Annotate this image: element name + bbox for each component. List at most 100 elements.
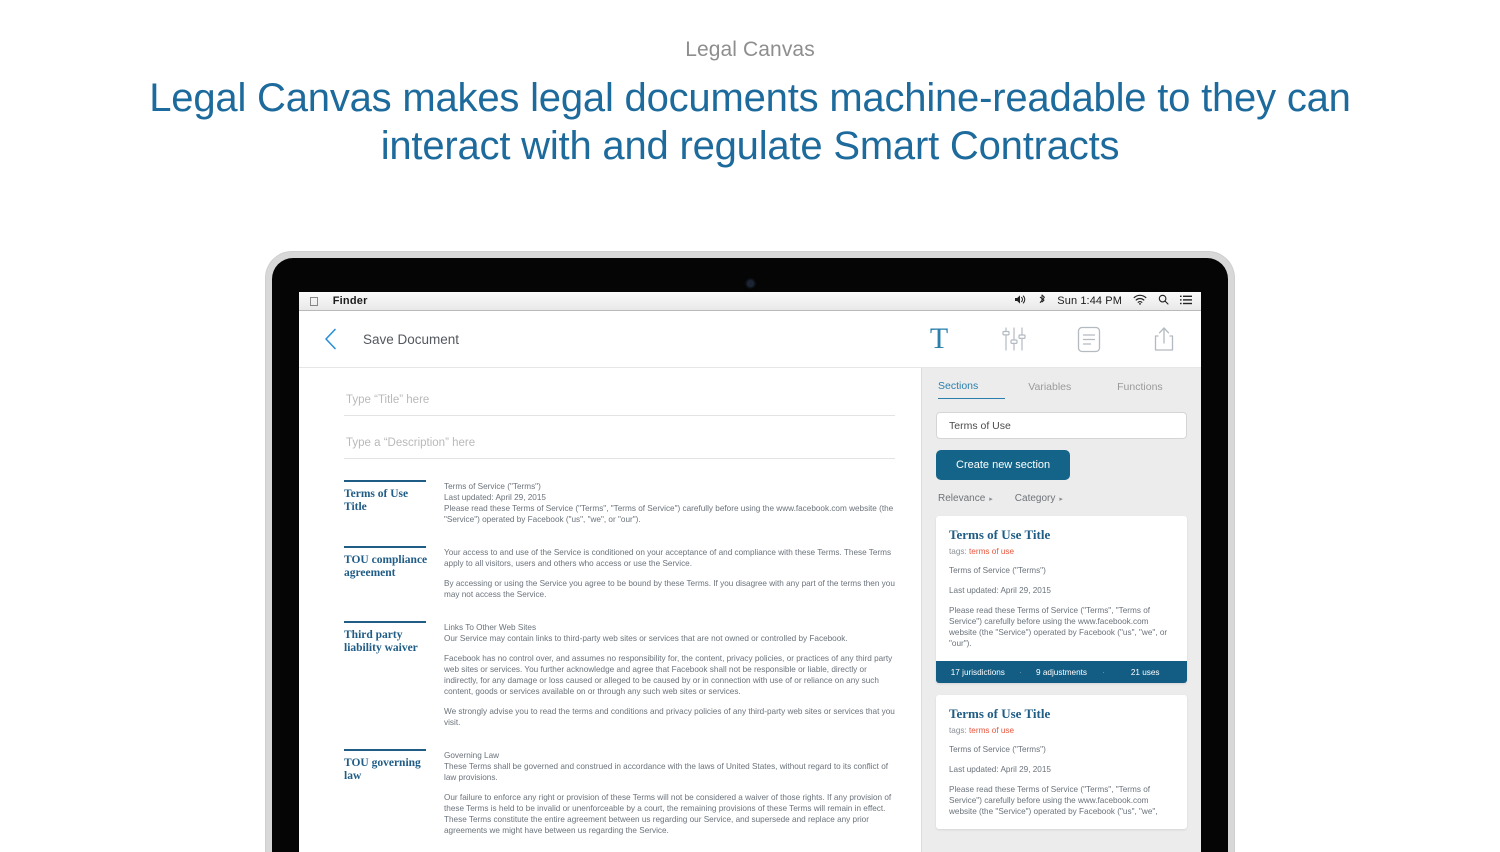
panel-tabs: Sections Variables Functions xyxy=(936,380,1187,399)
section-paragraph: Your access to and use of the Service is… xyxy=(444,548,892,568)
title-input[interactable] xyxy=(344,394,895,416)
section-label-column: TOU governing law xyxy=(344,749,444,836)
panel-filters: Relevance ▸ Category ▸ xyxy=(936,493,1187,504)
title-field-row xyxy=(344,390,895,416)
document-section[interactable]: TOU compliance agreement Your access to a… xyxy=(344,546,895,600)
section-label-column: Terms of Use Title xyxy=(344,480,444,525)
page-title: Legal Canvas makes legal documents machi… xyxy=(149,76,1351,168)
card-title: Terms of Use Title xyxy=(949,706,1051,721)
section-paragraph: Terms of Service ("Terms") xyxy=(444,482,541,491)
section-label-column: TOU compliance agreement xyxy=(344,546,444,600)
volume-icon[interactable] xyxy=(1014,294,1027,308)
section-paragraph: These Terms shall be governed and constr… xyxy=(444,762,889,782)
card-tag-value[interactable]: terms of use xyxy=(969,726,1014,735)
section-paragraph: Last updated: April 29, 2015 xyxy=(444,493,546,502)
document-title: Save Document xyxy=(363,331,460,347)
menubar-clock[interactable]: Sun 1:44 PM xyxy=(1057,295,1122,307)
menubar-app-name[interactable]: Finder xyxy=(333,295,368,307)
app-body: Terms of Use Title Terms of Service ("Ter… xyxy=(299,368,1201,852)
card-line: Terms of Service ("Terms") xyxy=(949,566,1046,575)
filter-category[interactable]: Category ▸ xyxy=(1015,493,1063,504)
device-mockup:  Finder Sun 1:44 PM xyxy=(266,252,1234,852)
notification-center-icon[interactable] xyxy=(1180,295,1192,308)
filter-relevance-label: Relevance xyxy=(938,493,986,504)
create-new-section-button[interactable]: Create new section xyxy=(936,450,1071,480)
tab-sections[interactable]: Sections xyxy=(938,380,1005,399)
description-field-row xyxy=(344,433,895,459)
card-line: Please read these Terms of Service ("Ter… xyxy=(949,785,1158,816)
section-paragraph: Governing Law xyxy=(444,751,500,760)
section-paragraph: Facebook has no control over, and assume… xyxy=(444,654,893,696)
section-label-column: Third party liability waiver xyxy=(344,621,444,728)
back-button[interactable] xyxy=(317,326,343,352)
section-body[interactable]: Links To Other Web Sites Our Service may … xyxy=(444,621,895,728)
section-paragraph: Our Service may contain links to third-p… xyxy=(444,634,848,643)
section-paragraph: Our failure to enforce any right or prov… xyxy=(444,793,892,835)
section-label: TOU governing law xyxy=(344,757,421,782)
app-toolbar: Save Document T xyxy=(299,311,1201,368)
card-content: Terms of Use Title tags: terms of use Term… xyxy=(936,695,1187,829)
section-rule xyxy=(344,480,426,482)
sliders-icon[interactable] xyxy=(999,324,1029,354)
chevron-right-icon: ▸ xyxy=(989,495,993,503)
section-paragraph: We strongly advise you to read the terms… xyxy=(444,707,895,727)
section-search-input[interactable] xyxy=(949,419,1174,432)
document-section[interactable]: Terms of Use Title Terms of Service ("Ter… xyxy=(344,480,895,525)
apple-logo-icon[interactable]:  xyxy=(309,295,319,308)
filter-category-label: Category xyxy=(1014,493,1056,504)
card-line: Please read these Terms of Service ("Ter… xyxy=(949,606,1168,648)
card-tag-value[interactable]: terms of use xyxy=(969,547,1014,556)
card-tags-label: tags: xyxy=(949,726,970,735)
card-tags: tags: terms of use xyxy=(949,726,1174,735)
section-label: Third party liability waiver xyxy=(344,629,418,654)
camera-icon xyxy=(746,280,754,287)
card-line: Last updated: April 29, 2015 xyxy=(949,765,1051,774)
card-content: Terms of Use Title tags: terms of use Term… xyxy=(936,516,1187,661)
hero-eyebrow: Legal Canvas xyxy=(685,38,815,61)
card-stat: 17 jurisdictions xyxy=(950,667,1005,677)
card-stat: 21 uses xyxy=(1103,668,1187,677)
section-paragraph: Please read these Terms of Service ("Ter… xyxy=(444,504,894,524)
section-search-box[interactable] xyxy=(936,412,1187,439)
card-stats-bar: 17 jurisdictions 9 adjustments 21 uses xyxy=(936,661,1187,683)
card-tags: tags: terms of use xyxy=(949,547,1174,556)
card-line: Terms of Service ("Terms") xyxy=(949,745,1046,754)
card-stat: 9 adjustments xyxy=(1019,668,1104,677)
document-section[interactable]: TOU governing law Governing Law These Term… xyxy=(344,749,895,836)
section-rule xyxy=(344,621,426,623)
section-result-card[interactable]: Terms of Use Title tags: terms of use Term… xyxy=(936,516,1187,683)
tab-functions[interactable]: Functions xyxy=(1095,381,1185,399)
section-rule xyxy=(344,546,426,548)
toolbar-actions: T xyxy=(924,324,1179,354)
section-result-card[interactable]: Terms of Use Title tags: terms of use Term… xyxy=(936,695,1187,829)
section-paragraph: Links To Other Web Sites xyxy=(444,623,537,632)
card-tags-label: tags: xyxy=(949,547,970,556)
share-icon[interactable] xyxy=(1149,324,1179,354)
description-input[interactable] xyxy=(344,437,895,459)
filter-relevance[interactable]: Relevance ▸ xyxy=(938,493,993,504)
document-icon[interactable] xyxy=(1074,324,1104,354)
tab-variables[interactable]: Variables xyxy=(1005,381,1095,399)
section-results-list: Terms of Use Title tags: terms of use Term… xyxy=(936,516,1187,829)
section-body[interactable]: Your access to and use of the Service is… xyxy=(444,546,895,600)
sections-side-panel: Sections Variables Functions Create new … xyxy=(921,368,1201,852)
device-screen:  Finder Sun 1:44 PM xyxy=(299,292,1201,852)
section-label: TOU compliance agreement xyxy=(344,554,428,579)
text-tool-glyph: T xyxy=(929,322,949,355)
bluetooth-icon[interactable] xyxy=(1038,294,1046,309)
document-editor-pane: Terms of Use Title Terms of Service ("Ter… xyxy=(299,368,921,852)
section-label: Terms of Use Title xyxy=(344,488,409,513)
document-section[interactable]: Third party liability waiver Links To Oth… xyxy=(344,621,895,728)
text-tool-icon[interactable]: T xyxy=(924,324,954,354)
wifi-icon[interactable] xyxy=(1133,294,1147,308)
macos-menubar:  Finder Sun 1:44 PM xyxy=(299,292,1201,311)
chevron-right-icon: ▸ xyxy=(1059,495,1063,503)
spotlight-search-icon[interactable] xyxy=(1158,294,1169,308)
hero-section: Legal Canvas Legal Canvas makes legal do… xyxy=(0,0,1500,170)
section-rule xyxy=(344,749,426,751)
card-title: Terms of Use Title xyxy=(949,527,1051,542)
section-body[interactable]: Terms of Service ("Terms") Last updated: … xyxy=(444,480,895,525)
card-line: Last updated: April 29, 2015 xyxy=(949,586,1051,595)
section-body[interactable]: Governing Law These Terms shall be govern… xyxy=(444,749,895,836)
document-sections-list: Terms of Use Title Terms of Service ("Ter… xyxy=(344,480,895,836)
